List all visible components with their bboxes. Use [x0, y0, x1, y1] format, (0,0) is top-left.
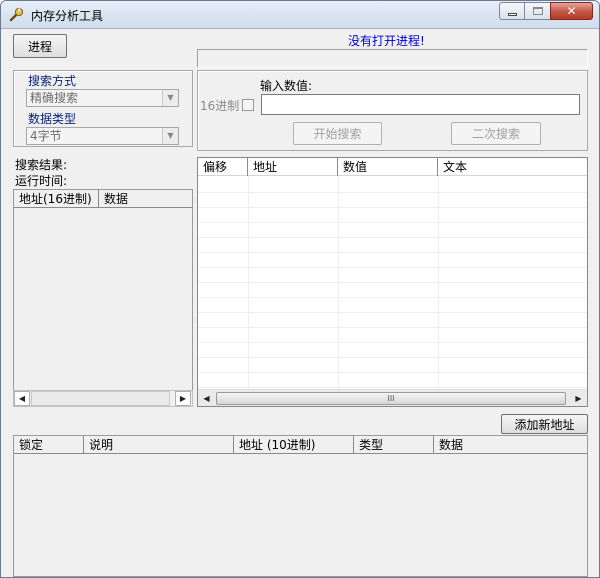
grid-row-line [198, 237, 587, 238]
column-header-data[interactable]: 数据 [434, 436, 587, 454]
grid-row-line [198, 357, 587, 358]
scroll-right-icon[interactable]: ▶ [175, 391, 191, 406]
chevron-down-icon: ▼ [162, 128, 178, 144]
add-new-address-button[interactable]: 添加新地址 [501, 414, 588, 434]
scroll-left-icon[interactable]: ◀ [14, 391, 30, 406]
process-button[interactable]: 进程 [13, 34, 67, 58]
saved-address-list[interactable]: 锁定 说明 地址 (10进制) 类型 数据 [13, 435, 588, 577]
client-area: 进程 没有打开进程! 搜索方式 精确搜索 ▼ 数据类型 4字节 ▼ 输入数值: … [1, 29, 599, 577]
data-type-label: 数据类型 [28, 112, 77, 126]
value-input[interactable] [261, 94, 580, 115]
column-header-type[interactable]: 类型 [354, 436, 434, 454]
search-mode-label: 搜索方式 [28, 74, 77, 88]
hex-checkbox[interactable] [242, 99, 254, 111]
title-bar[interactable]: 内存分析工具 ✕ [1, 1, 599, 29]
close-button[interactable]: ✕ [550, 2, 593, 20]
column-header-address-hex[interactable]: 地址(16进制) [14, 190, 99, 208]
second-search-button[interactable]: 二次搜索 [451, 122, 541, 145]
column-header-text[interactable]: 文本 [438, 158, 587, 176]
scroll-grip: III [387, 394, 395, 403]
grid-column-line [248, 176, 249, 389]
grid-row-line [198, 372, 587, 373]
maximize-button[interactable] [525, 2, 550, 20]
grid-row-line [198, 282, 587, 283]
search-result-label: 搜索结果: [15, 158, 68, 172]
column-header-lock[interactable]: 锁定 [14, 436, 84, 454]
wrench-icon [9, 7, 24, 22]
status-text: 没有打开进程! [348, 34, 425, 48]
memory-view-list[interactable]: 偏移 地址 数值 文本 ◀ III ▶ [197, 157, 588, 407]
column-header-address-dec[interactable]: 地址 (10进制) [234, 436, 354, 454]
memory-view-header: 偏移 地址 数值 文本 [198, 158, 587, 176]
grid-row-line [198, 252, 587, 253]
input-value-label: 输入数值: [260, 79, 313, 93]
minimize-button[interactable] [499, 2, 525, 20]
hex-label: 16进制 [200, 99, 240, 113]
search-mode-value: 精确搜索 [30, 91, 79, 105]
data-type-select[interactable]: 4字节 ▼ [26, 127, 179, 145]
close-icon: ✕ [566, 4, 577, 18]
app-window: 内存分析工具 ✕ 进程 没有打开进程! 搜索方式 精确搜索 ▼ 数据类型 4字节… [0, 0, 600, 578]
data-type-value: 4字节 [30, 129, 62, 143]
scroll-track[interactable] [31, 391, 170, 406]
grid-row-line [198, 327, 587, 328]
grid-row-line [198, 222, 587, 223]
search-mode-select[interactable]: 精确搜索 ▼ [26, 89, 179, 107]
result-list-header: 地址(16进制) 数据 [14, 190, 192, 208]
column-header-description[interactable]: 说明 [84, 436, 234, 454]
grid-row-line [198, 387, 587, 388]
runtime-label: 运行时间: [15, 174, 68, 188]
saved-list-header: 锁定 说明 地址 (10进制) 类型 数据 [14, 436, 587, 454]
grid-column-line [438, 176, 439, 389]
window-title: 内存分析工具 [31, 9, 104, 23]
column-header-address[interactable]: 地址 [248, 158, 338, 176]
grid-row-line [198, 342, 587, 343]
scroll-right-icon[interactable]: ▶ [570, 390, 587, 406]
grid-row-line [198, 297, 587, 298]
grid-row-line [198, 192, 587, 193]
scroll-thumb[interactable]: III [216, 392, 566, 405]
column-header-value[interactable]: 数值 [338, 158, 438, 176]
memory-view-scrollbar[interactable]: ◀ III ▶ [198, 389, 587, 406]
caption-buttons: ✕ [499, 2, 593, 21]
column-header-offset[interactable]: 偏移 [198, 158, 248, 176]
result-list[interactable]: 地址(16进制) 数据 [13, 189, 193, 407]
scroll-left-icon[interactable]: ◀ [198, 390, 215, 406]
grid-column-line [338, 176, 339, 389]
column-header-data[interactable]: 数据 [99, 190, 192, 208]
result-list-scrollbar[interactable]: ◀ ▶ [13, 390, 193, 407]
grid-row-line [198, 312, 587, 313]
start-search-button[interactable]: 开始搜索 [293, 122, 382, 145]
grid-row-line [198, 207, 587, 208]
maximize-icon [532, 7, 543, 15]
minimize-icon [507, 12, 517, 16]
chevron-down-icon: ▼ [162, 90, 178, 106]
grid-row-line [198, 267, 587, 268]
status-bar-field [197, 49, 588, 68]
